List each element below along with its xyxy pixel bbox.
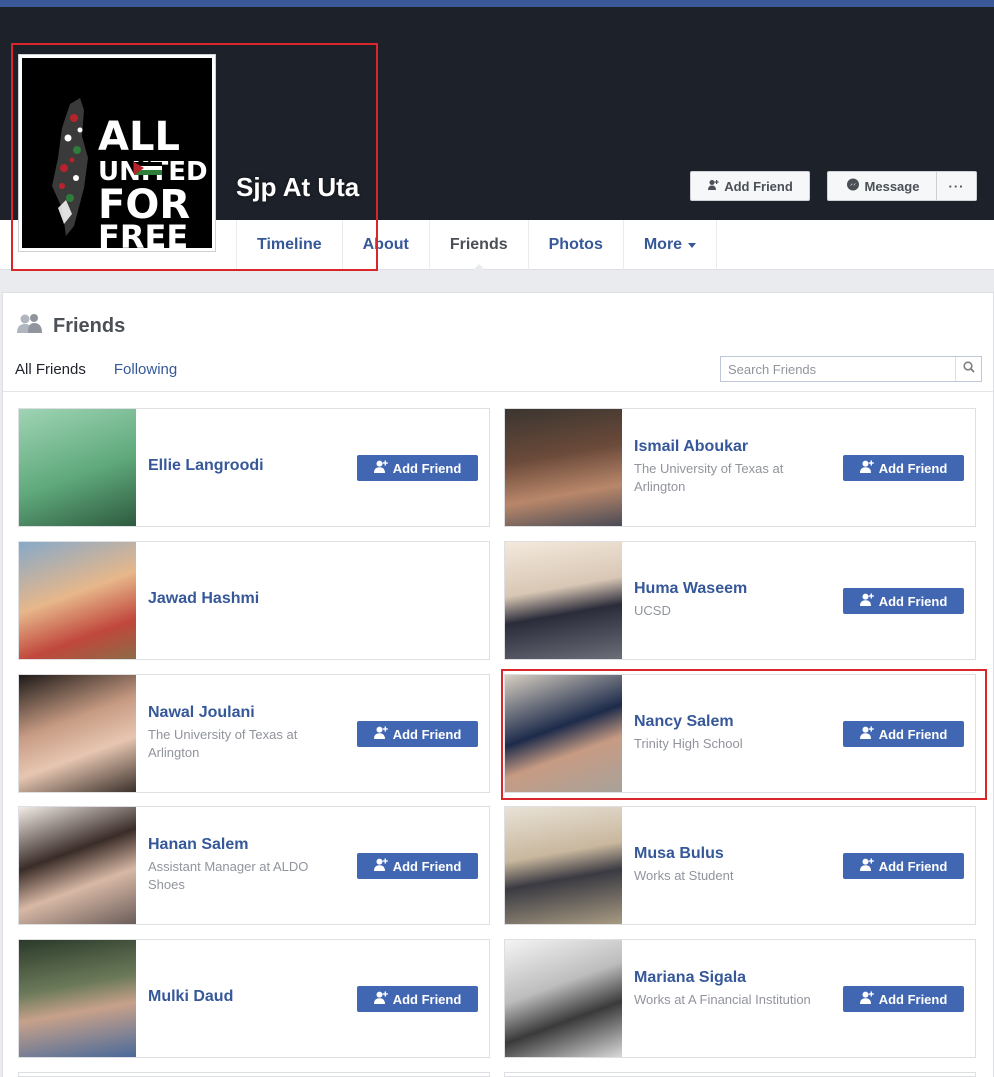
friend-card-partial bbox=[18, 1072, 490, 1077]
add-friend-label: Add Friend bbox=[392, 858, 462, 874]
add-friend-button[interactable]: Add Friend bbox=[357, 853, 478, 879]
tab-about[interactable]: About bbox=[341, 220, 429, 270]
subtab-following[interactable]: Following bbox=[114, 361, 177, 378]
friend-photo[interactable] bbox=[505, 409, 622, 526]
add-friend-icon bbox=[373, 991, 388, 1007]
add-friend-button[interactable]: Add Friend bbox=[843, 455, 964, 481]
friends-icon bbox=[17, 313, 43, 339]
friends-header: Friends bbox=[17, 313, 125, 339]
search-friends-input[interactable] bbox=[721, 357, 955, 381]
friend-name[interactable]: Ismail Aboukar bbox=[634, 438, 748, 456]
friend-photo[interactable] bbox=[505, 675, 622, 792]
add-friend-label: Add Friend bbox=[392, 460, 462, 476]
tab-photos[interactable]: Photos bbox=[527, 220, 623, 270]
friend-subtitle: Assistant Manager at ALDO Shoes bbox=[148, 859, 309, 892]
add-friend-button[interactable]: Add Friend bbox=[357, 721, 478, 747]
search-button[interactable] bbox=[955, 357, 981, 381]
friend-photo[interactable] bbox=[19, 675, 136, 792]
add-friend-label: Add Friend bbox=[878, 726, 948, 742]
add-friend-icon bbox=[859, 991, 874, 1007]
friend-photo[interactable] bbox=[19, 940, 136, 1057]
friend-name[interactable]: Jawad Hashmi bbox=[148, 590, 259, 608]
messenger-icon bbox=[846, 178, 860, 195]
friend-photo[interactable] bbox=[505, 807, 622, 924]
add-friend-label: Add Friend bbox=[878, 991, 948, 1007]
search-icon bbox=[962, 360, 975, 378]
friend-card: Musa Bulus Works at Student Add Friend bbox=[504, 806, 976, 925]
friend-card: Nawal Joulani The University of Texas at … bbox=[18, 674, 490, 793]
friend-card: Nancy Salem Trinity High School Add Friend bbox=[504, 674, 976, 793]
add-friend-icon bbox=[859, 726, 874, 742]
friend-name[interactable]: Nawal Joulani bbox=[148, 704, 255, 722]
friend-photo[interactable] bbox=[19, 409, 136, 526]
add-friend-label: Add Friend bbox=[878, 858, 948, 874]
add-friend-button[interactable]: Add Friend bbox=[357, 986, 478, 1012]
friend-card-partial bbox=[504, 1072, 976, 1077]
friend-photo[interactable] bbox=[505, 542, 622, 659]
tab-friends[interactable]: Friends bbox=[428, 220, 528, 271]
cover-add-friend-button[interactable]: Add Friend bbox=[690, 171, 810, 201]
friend-subtitle: The University of Texas at Arlington bbox=[148, 727, 298, 760]
tab-timeline[interactable]: Timeline bbox=[236, 220, 342, 270]
friend-name[interactable]: Nancy Salem bbox=[634, 713, 734, 731]
add-friend-label: Add Friend bbox=[878, 593, 948, 609]
message-label: Message bbox=[864, 178, 920, 194]
profile-logo: ALL UNITED FOR FREE bbox=[22, 58, 212, 248]
friend-name[interactable]: Ellie Langroodi bbox=[148, 457, 264, 475]
friend-name[interactable]: Huma Waseem bbox=[634, 580, 747, 598]
caret-down-icon bbox=[688, 242, 697, 248]
friend-name[interactable]: Musa Bulus bbox=[634, 845, 724, 863]
friend-card: Jawad Hashmi bbox=[18, 541, 490, 660]
add-friend-icon bbox=[859, 858, 874, 874]
add-friend-button[interactable]: Add Friend bbox=[843, 721, 964, 747]
friend-card: Mariana Sigala Works at A Financial Insti… bbox=[504, 939, 976, 1058]
add-friend-button[interactable]: Add Friend bbox=[357, 455, 478, 481]
profile-picture[interactable]: ALL UNITED FOR FREE bbox=[18, 54, 216, 252]
top-bar bbox=[0, 0, 994, 7]
subtab-all-friends[interactable]: All Friends bbox=[15, 361, 86, 378]
panel-divider bbox=[3, 391, 993, 392]
friend-subtitle: UCSD bbox=[634, 603, 671, 618]
friend-subtitle: The University of Texas at Arlington bbox=[634, 461, 784, 494]
friend-card: Huma Waseem UCSD Add Friend bbox=[504, 541, 976, 660]
friend-photo[interactable] bbox=[505, 940, 622, 1057]
friend-subtitle: Works at A Financial Institution bbox=[634, 992, 811, 1007]
more-options-button[interactable]: ··· bbox=[936, 171, 977, 201]
add-friend-button[interactable]: Add Friend bbox=[843, 588, 964, 614]
logo-word-free: FREE bbox=[98, 218, 188, 248]
message-button[interactable]: Message bbox=[827, 171, 937, 201]
cover-add-friend-label: Add Friend bbox=[724, 178, 793, 194]
friend-card: Ismail Aboukar The University of Texas at… bbox=[504, 408, 976, 527]
add-friend-button[interactable]: Add Friend bbox=[843, 853, 964, 879]
add-friend-icon bbox=[373, 858, 388, 874]
tab-more[interactable]: More bbox=[622, 220, 718, 270]
friend-card: Hanan Salem Assistant Manager at ALDO Sho… bbox=[18, 806, 490, 925]
friends-title: Friends bbox=[53, 314, 126, 337]
friend-photo[interactable] bbox=[19, 807, 136, 924]
friend-card: Mulki Daud Add Friend bbox=[18, 939, 490, 1058]
friend-name[interactable]: Mulki Daud bbox=[148, 988, 233, 1006]
add-friend-icon bbox=[373, 460, 388, 476]
logo-word-all: ALL bbox=[98, 114, 180, 160]
add-friend-button[interactable]: Add Friend bbox=[843, 986, 964, 1012]
add-friend-icon bbox=[859, 460, 874, 476]
add-friend-icon bbox=[859, 593, 874, 609]
friend-card: Ellie Langroodi Add Friend bbox=[18, 408, 490, 527]
friend-name[interactable]: Mariana Sigala bbox=[634, 969, 746, 987]
add-friend-label: Add Friend bbox=[878, 460, 948, 476]
search-friends bbox=[720, 356, 982, 382]
add-friend-label: Add Friend bbox=[392, 991, 462, 1007]
profile-name[interactable]: Sjp At Uta bbox=[236, 172, 359, 203]
add-friend-icon bbox=[707, 179, 719, 194]
friend-name[interactable]: Hanan Salem bbox=[148, 836, 248, 854]
add-friend-label: Add Friend bbox=[392, 726, 462, 742]
tab-more-label: More bbox=[643, 236, 683, 253]
friend-subtitle: Works at Student bbox=[634, 868, 734, 883]
friend-subtitle: Trinity High School bbox=[634, 736, 743, 751]
friend-photo[interactable] bbox=[19, 542, 136, 659]
add-friend-icon bbox=[373, 726, 388, 742]
